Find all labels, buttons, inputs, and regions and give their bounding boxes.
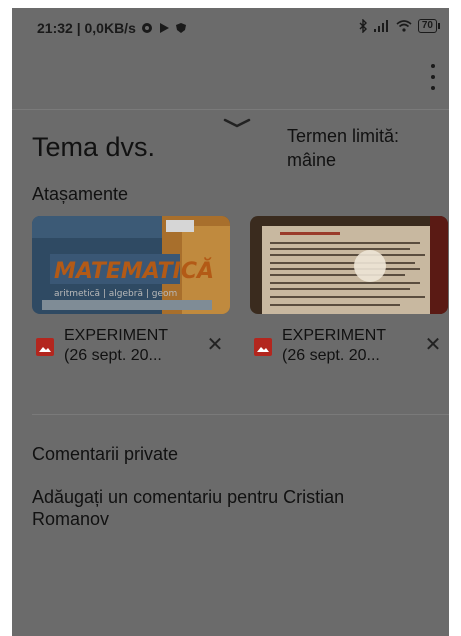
- due-label: Termen limită:: [287, 126, 400, 146]
- due-date: Termen limită: mâine: [287, 124, 399, 172]
- shield-icon: [175, 23, 186, 33]
- signal-icon: [373, 20, 388, 32]
- remove-attachment-icon[interactable]: ✕: [422, 334, 444, 356]
- due-value: mâine: [287, 150, 337, 170]
- image-file-icon: [254, 338, 272, 356]
- image-file-icon: [36, 338, 54, 356]
- collapse-chevron-icon[interactable]: [222, 116, 252, 130]
- private-comments-header: Comentarii private: [32, 444, 179, 464]
- notification-app-icon: [141, 23, 152, 33]
- private-comment-input[interactable]: Adăugați un comentariu pentru Cristian R…: [32, 486, 412, 530]
- attachment-card[interactable]: EXPERIMENT (26 sept. 20... ✕: [250, 216, 448, 372]
- status-time: 21:32 | 0,0KB/s: [37, 20, 136, 36]
- attachment-thumbnail[interactable]: [250, 216, 448, 314]
- app-bar-divider: [12, 109, 449, 110]
- attachment-name: EXPERIMENT (26 sept. 20...: [282, 326, 386, 366]
- thumb-subtitle: aritmetică | algebră | geom: [54, 289, 177, 299]
- attachment-name-line2: (26 sept. 20...: [282, 347, 380, 364]
- section-divider: [32, 414, 449, 415]
- attachment-name-line2: (26 sept. 20...: [64, 347, 162, 364]
- more-options-icon[interactable]: [423, 64, 443, 90]
- attachments-header: Atașamente: [32, 184, 129, 204]
- attachment-name-line1: EXPERIMENT: [282, 327, 387, 344]
- textbook-photo: MATEMATICĂ aritmetică | algebră | geom: [32, 216, 230, 314]
- app-bar: [12, 48, 449, 110]
- status-right: 70: [358, 19, 441, 33]
- thumb-title: MATEMATICĂ: [54, 258, 214, 284]
- attachment-file-row: EXPERIMENT (26 sept. 20... ✕: [32, 322, 230, 372]
- status-bar: 21:32 | 0,0KB/s 70: [12, 8, 449, 48]
- bluetooth-icon: [359, 19, 367, 33]
- battery-indicator: 70: [417, 19, 441, 33]
- attachment-name-line1: EXPERIMENT: [64, 327, 169, 344]
- status-left: 21:32 | 0,0KB/s: [37, 20, 187, 36]
- remove-attachment-icon[interactable]: ✕: [204, 334, 226, 356]
- screen: 21:32 | 0,0KB/s 70 Tema dvs. Termen limi…: [12, 8, 449, 636]
- worksheet-photo: [250, 216, 448, 314]
- wifi-icon: [396, 20, 412, 32]
- attachment-thumbnail[interactable]: MATEMATICĂ aritmetică | algebră | geom: [32, 216, 230, 314]
- attachment-name: EXPERIMENT (26 sept. 20...: [64, 326, 168, 366]
- attachment-card[interactable]: MATEMATICĂ aritmetică | algebră | geom E…: [32, 216, 230, 372]
- attachment-file-row: EXPERIMENT (26 sept. 20... ✕: [250, 322, 448, 372]
- play-store-icon: [159, 23, 169, 33]
- assignment-title: Tema dvs.: [32, 132, 156, 162]
